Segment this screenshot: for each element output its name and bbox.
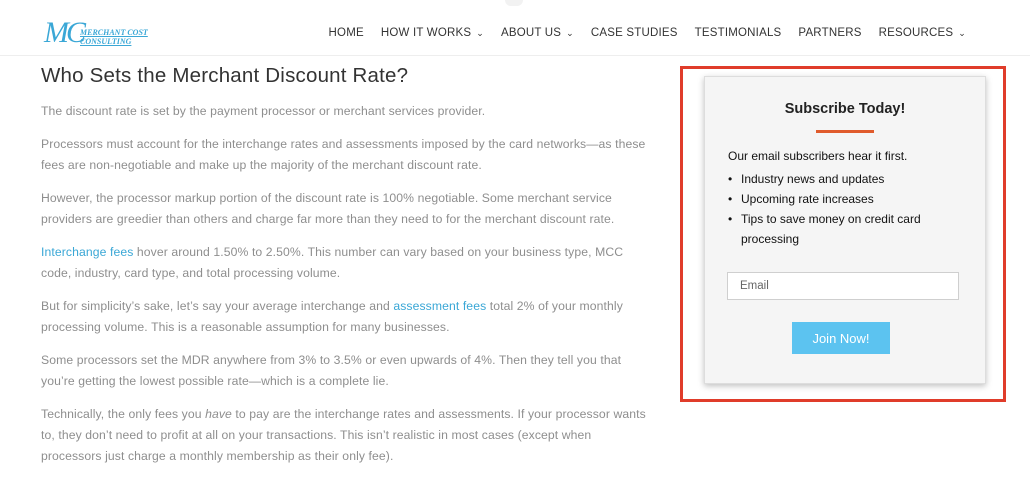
paragraph-text: But for simplicity’s sake, let’s say you…: [41, 299, 394, 313]
assessment-fees-link[interactable]: assessment fees: [393, 299, 486, 313]
paragraph: Technically, the only fees you have to p…: [41, 404, 646, 467]
list-item: • Industry news and updates: [728, 169, 968, 189]
list-item: • Upcoming rate increases: [728, 189, 968, 209]
paragraph-text: Technically, the only fees you: [41, 407, 206, 421]
nav-about-us-label: ABOUT US: [500, 27, 562, 39]
nav-resources[interactable]: RESOURCES ⌄: [879, 27, 966, 39]
bullet: •: [728, 172, 733, 186]
chevron-down-icon: ⌄: [476, 27, 484, 38]
paragraph: However, the processor markup portion of…: [41, 191, 615, 226]
nav-home[interactable]: HOME: [329, 27, 364, 39]
subscribe-intro: Our email subscribers hear it first.: [728, 149, 908, 163]
list-item-label: Upcoming rate increases: [741, 192, 874, 206]
logo-mark: MC: [44, 16, 86, 49]
nav-testimonials[interactable]: TESTIMONIALS: [695, 27, 782, 39]
interchange-fees-link[interactable]: Interchange fees: [41, 245, 133, 259]
list-item-label: Industry news and updates: [741, 172, 885, 186]
article: Who Sets the Merchant Discount Rate? The…: [41, 64, 646, 479]
scroll-tab: [505, 0, 523, 6]
join-now-button[interactable]: Join Now!: [792, 322, 890, 354]
paragraph: Interchange fees hover around 1.50% to 2…: [41, 242, 646, 284]
nav-home-label: HOME: [328, 27, 364, 39]
nav-how-it-works[interactable]: HOW IT WORKS ⌄: [381, 27, 484, 39]
nav-partners-label: PARTNERS: [798, 27, 862, 39]
benefits-list: • Industry news and updates • Upcoming rat…: [728, 169, 968, 249]
bullet: •: [728, 212, 733, 226]
nav-case-studies-label: CASE STUDIES: [590, 27, 678, 39]
paragraph: But for simplicity’s sake, let’s say you…: [41, 296, 646, 338]
subscribe-card: Subscribe Today! Our email subscribers h…: [704, 76, 986, 384]
article-title: Who Sets the Merchant Discount Rate?: [41, 64, 409, 87]
paragraph: The discount rate is set by the payment …: [41, 104, 486, 118]
nav-case-studies[interactable]: CASE STUDIES: [591, 27, 678, 39]
chevron-down-icon: ⌄: [958, 27, 966, 38]
logo-text-line1: MERCHANT COST: [80, 28, 148, 37]
nav-testimonials-label: TESTIMONIALS: [694, 27, 782, 39]
paragraph: Some processors set the MDR anywhere fro…: [41, 353, 622, 388]
paragraph: Processors must account for the intercha…: [41, 137, 646, 172]
logo[interactable]: MC MERCHANT COST CONSULTING: [44, 18, 154, 50]
logo-text: MERCHANT COST CONSULTING: [80, 28, 148, 46]
logo-text-line2: CONSULTING: [80, 37, 132, 46]
site-header: MC MERCHANT COST CONSULTING HOME HOW IT …: [0, 0, 1030, 56]
emphasis-text: have: [205, 407, 232, 421]
email-field[interactable]: [727, 272, 959, 300]
subscribe-title: Subscribe Today!: [784, 101, 906, 117]
main-nav: HOME HOW IT WORKS ⌄ ABOUT US ⌄ CASE STUDIE…: [312, 27, 966, 39]
list-item: • Tips to save money on credit card proce…: [728, 209, 968, 249]
chevron-down-icon: ⌄: [566, 27, 574, 38]
nav-partners[interactable]: PARTNERS: [798, 27, 861, 39]
nav-resources-label: RESOURCES: [878, 27, 954, 39]
nav-how-it-works-label: HOW IT WORKS: [380, 27, 472, 39]
list-item-label: Tips to save money on credit card proces…: [741, 212, 921, 246]
bullet: •: [728, 192, 733, 206]
title-divider: [816, 130, 874, 133]
nav-about-us[interactable]: ABOUT US ⌄: [501, 27, 574, 39]
